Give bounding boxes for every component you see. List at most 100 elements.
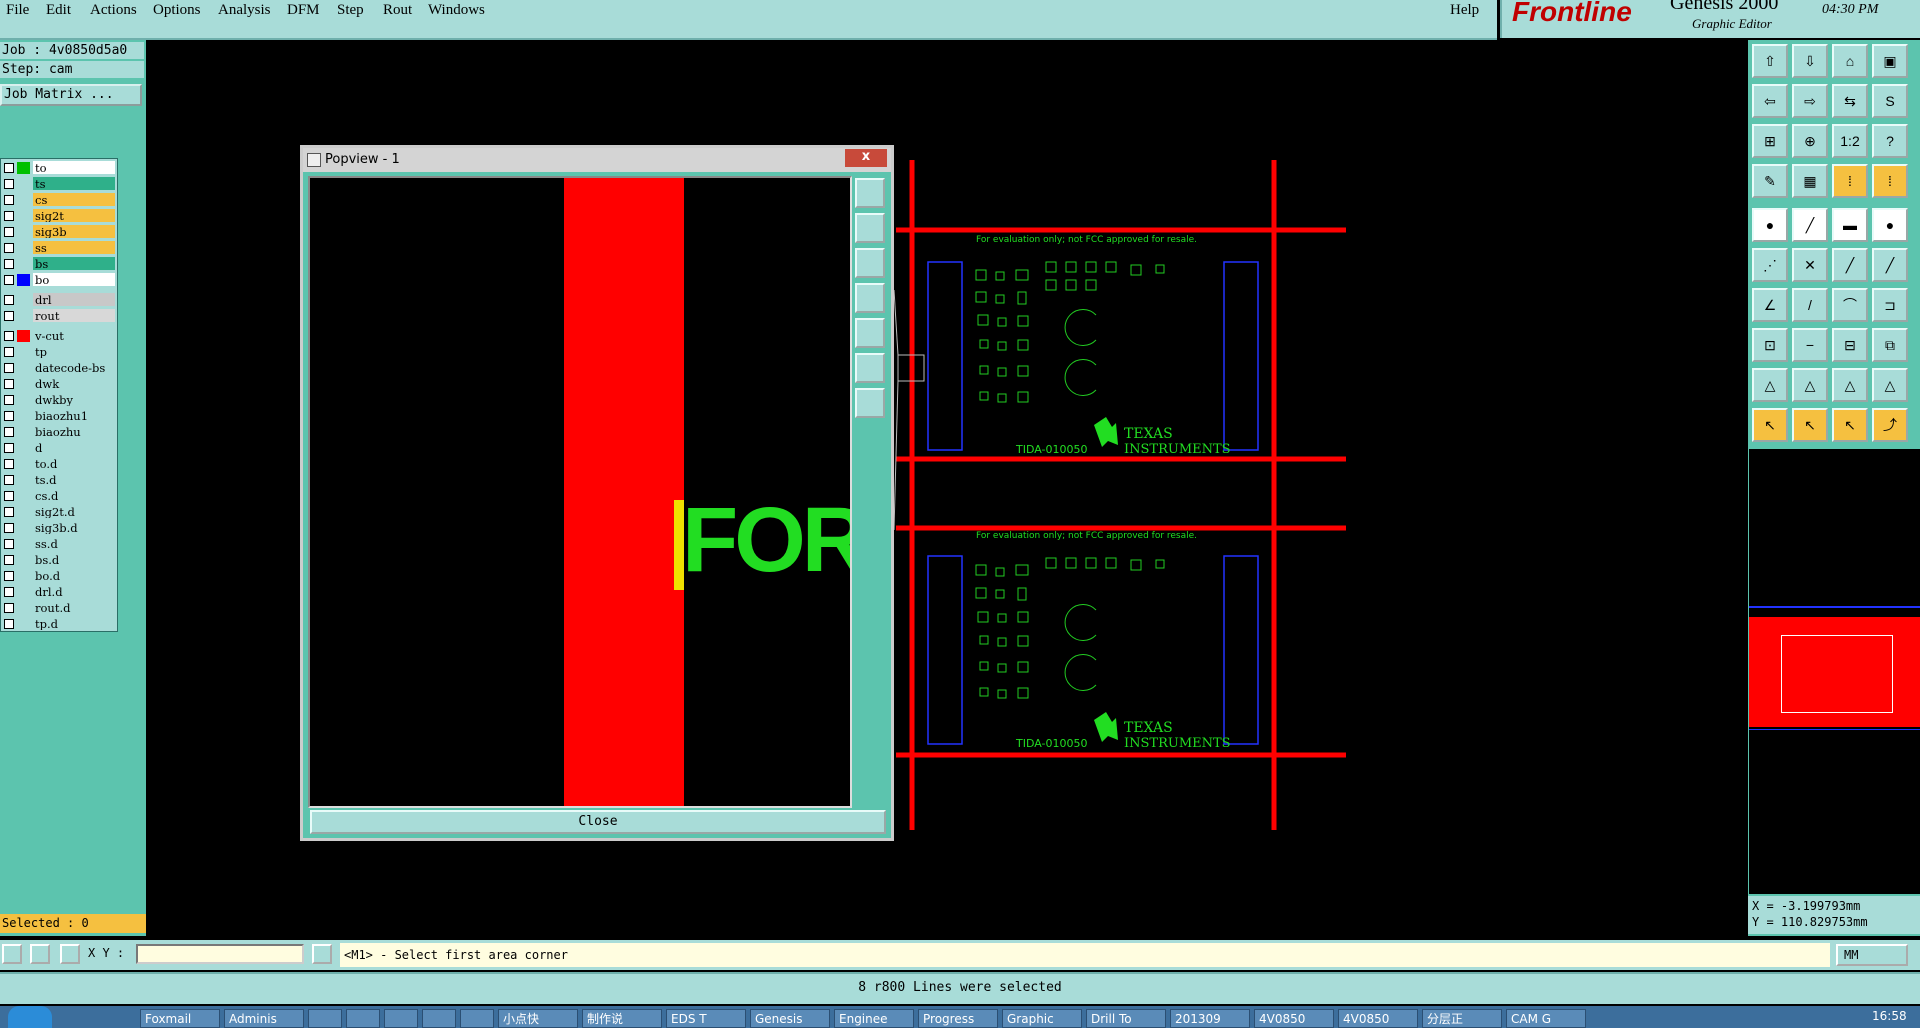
copy-icon[interactable]: ⧉ <box>1872 328 1908 362</box>
taskbar-button[interactable] <box>460 1009 494 1028</box>
slash-icon[interactable]: / <box>1792 288 1828 322</box>
layer-checkbox[interactable] <box>4 179 14 189</box>
minus-icon[interactable]: − <box>1792 328 1828 362</box>
menu-analysis[interactable]: Analysis <box>218 2 271 19</box>
layer-row[interactable]: bo <box>1 273 117 287</box>
taskbar-button[interactable] <box>346 1009 380 1028</box>
dot-icon[interactable]: ● <box>1872 208 1908 242</box>
layer-row[interactable]: tp.d <box>1 617 117 631</box>
layer-row[interactable]: datecode-bs <box>1 361 117 375</box>
triangle-icon[interactable]: △ <box>1872 368 1908 402</box>
snap-icon[interactable]: S <box>1872 84 1908 118</box>
traffic-icon[interactable]: ⁞ <box>1872 164 1908 198</box>
taskbar-button[interactable]: CAM G <box>1506 1009 1586 1028</box>
taskbar-button[interactable]: 小点快 <box>498 1009 578 1028</box>
xy-input[interactable] <box>136 944 304 964</box>
zoom-down-icon[interactable] <box>855 248 885 278</box>
line-red-icon[interactable]: ╱ <box>1792 208 1828 242</box>
pad-icon[interactable]: ● <box>1752 208 1788 242</box>
layer-row[interactable]: bo.d <box>1 569 117 583</box>
taskbar-button[interactable]: Foxmail <box>140 1009 220 1028</box>
layer-checkbox[interactable] <box>4 587 14 597</box>
layer-checkbox[interactable] <box>4 227 14 237</box>
layer-checkbox[interactable] <box>4 619 14 629</box>
layer-row[interactable]: bs <box>1 257 117 271</box>
bracket-icon[interactable]: ⊐ <box>1872 288 1908 322</box>
triangle-icon[interactable]: △ <box>1792 368 1828 402</box>
layer-row[interactable]: bs.d <box>1 553 117 567</box>
taskbar-button[interactable]: Drill To <box>1086 1009 1166 1028</box>
taskbar-button[interactable]: 分层正 <box>1422 1009 1502 1028</box>
split-icon[interactable]: ⊟ <box>1832 328 1868 362</box>
layer-row[interactable]: rout.d <box>1 601 117 615</box>
menu-options[interactable]: Options <box>153 2 201 19</box>
home-icon[interactable]: ⌂ <box>1832 44 1868 78</box>
triangle-icon[interactable]: △ <box>1752 368 1788 402</box>
zoom-fit-icon[interactable]: ⊕ <box>1792 124 1828 158</box>
dash-icon[interactable]: ▬ <box>1832 208 1868 242</box>
info-icon[interactable] <box>312 944 332 964</box>
pan-left-icon[interactable]: ⇦ <box>1752 84 1788 118</box>
layer-checkbox[interactable] <box>4 331 14 341</box>
zoom-in-icon[interactable] <box>855 353 885 383</box>
layer-checkbox[interactable] <box>4 347 14 357</box>
taskbar-button[interactable]: Enginee <box>834 1009 914 1028</box>
taskbar-button[interactable]: 制作说 <box>582 1009 662 1028</box>
job-matrix-button[interactable]: Job Matrix ... <box>0 84 142 106</box>
layer-row[interactable]: to <box>1 161 117 175</box>
layer-checkbox[interactable] <box>4 443 14 453</box>
layer-checkbox[interactable] <box>4 475 14 485</box>
menu-windows[interactable]: Windows <box>428 2 485 19</box>
layer-checkbox[interactable] <box>4 523 14 533</box>
connect-icon[interactable]: ⋰ <box>1752 248 1788 282</box>
layer-row[interactable]: d <box>1 441 117 455</box>
layer-checkbox[interactable] <box>4 243 14 253</box>
line-icon[interactable]: ╱ <box>1832 248 1868 282</box>
layer-row[interactable]: cs.d <box>1 489 117 503</box>
layer-row[interactable]: ss <box>1 241 117 255</box>
layer-row[interactable]: drl.d <box>1 585 117 599</box>
snap-icon[interactable] <box>2 944 22 964</box>
layer-row[interactable]: drl <box>1 293 117 307</box>
pointer-icon[interactable]: ↖ <box>1832 408 1868 442</box>
layer-row[interactable]: v-cut <box>1 329 117 343</box>
layer-row[interactable]: dwkby <box>1 393 117 407</box>
pan-right-icon[interactable]: ⇨ <box>1792 84 1828 118</box>
layer-checkbox[interactable] <box>4 395 14 405</box>
menu-step[interactable]: Step <box>337 2 364 19</box>
angle-icon[interactable]: ∠ <box>1752 288 1788 322</box>
layer-checkbox[interactable] <box>4 211 14 221</box>
menu-actions[interactable]: Actions <box>90 2 137 19</box>
zoom-home-icon[interactable]: ⇧ <box>1752 44 1788 78</box>
layer-row[interactable]: biaozhu <box>1 425 117 439</box>
layer-row[interactable]: rout <box>1 309 117 323</box>
taskbar-button[interactable]: Genesis <box>750 1009 830 1028</box>
layer-row[interactable]: biaozhu1 <box>1 409 117 423</box>
layer-checkbox[interactable] <box>4 275 14 285</box>
layer-checkbox[interactable] <box>4 195 14 205</box>
layer-checkbox[interactable] <box>4 427 14 437</box>
taskbar-button[interactable]: 201309 <box>1170 1009 1250 1028</box>
popview-close-button[interactable]: Close <box>310 810 886 834</box>
layer-checkbox[interactable] <box>4 555 14 565</box>
menu-file[interactable]: File <box>6 2 29 19</box>
taskbar-button[interactable]: EDS T <box>666 1009 746 1028</box>
overview-map[interactable] <box>1749 448 1920 894</box>
menu-dfm[interactable]: DFM <box>287 2 320 19</box>
taskbar-button[interactable]: Adminis <box>224 1009 304 1028</box>
taskbar-button[interactable] <box>422 1009 456 1028</box>
layer-row[interactable]: ts.d <box>1 473 117 487</box>
unit-select[interactable]: MM <box>1836 944 1908 966</box>
layer-checkbox[interactable] <box>4 491 14 501</box>
start-button[interactable] <box>8 1006 52 1028</box>
angle-icon[interactable] <box>30 944 50 964</box>
fit-icon[interactable]: ⊞ <box>1752 124 1788 158</box>
taskbar-button[interactable]: 4V0850 <box>1338 1009 1418 1028</box>
layer-checkbox[interactable] <box>4 603 14 613</box>
ratio-button[interactable]: 1:2 <box>1832 124 1868 158</box>
layer-checkbox[interactable] <box>4 363 14 373</box>
overview-viewport[interactable] <box>1781 635 1893 713</box>
mirror-icon[interactable]: ⇆ <box>1832 84 1868 118</box>
layer-checkbox[interactable] <box>4 311 14 321</box>
zoom-home-icon[interactable] <box>855 178 885 208</box>
